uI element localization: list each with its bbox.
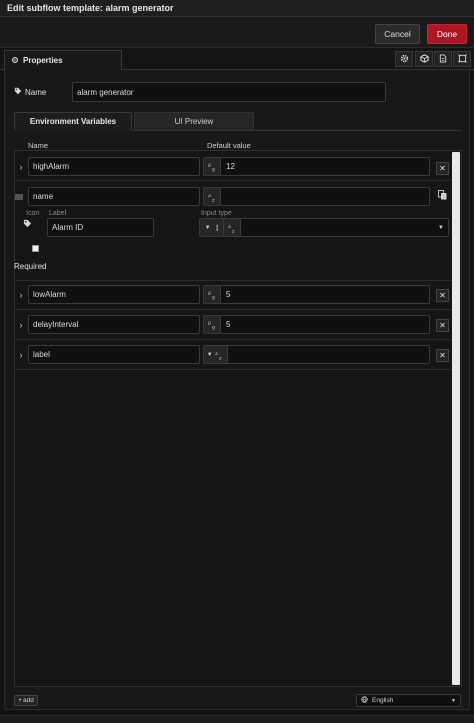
language-value: English — [372, 697, 394, 704]
icon-label: Icon — [26, 210, 40, 217]
tag-icon — [14, 87, 22, 97]
text-cursor-icon: I — [215, 222, 219, 233]
module-button[interactable] — [415, 51, 433, 67]
close-icon: ✕ — [439, 321, 446, 330]
string-type-icon: az — [215, 352, 222, 360]
column-header-name: Name — [28, 141, 49, 150]
remove-row-button[interactable]: ✕ — [436, 349, 449, 362]
tab-properties[interactable]: Properties — [4, 50, 122, 71]
row-separator — [14, 339, 451, 340]
caret-down-icon: ▼ — [204, 224, 211, 231]
cube-icon — [419, 53, 429, 65]
env-name-field[interactable]: highAlarm — [28, 157, 200, 176]
tag-icon[interactable] — [23, 219, 32, 230]
svg-text:a: a — [228, 225, 231, 230]
number-type-icon[interactable]: 09 — [204, 286, 221, 303]
row-separator — [14, 369, 451, 370]
env-name-field[interactable]: delayInterval — [28, 315, 200, 334]
language-select[interactable]: English ▼ — [356, 694, 461, 707]
env-name-field[interactable]: label — [28, 345, 200, 364]
number-type-icon[interactable]: 09 — [204, 158, 221, 175]
settings-gear-button[interactable] — [395, 51, 413, 67]
svg-text:0: 0 — [208, 321, 211, 327]
svg-text:0: 0 — [208, 163, 211, 169]
cancel-button[interactable]: Cancel — [375, 24, 420, 44]
subflow-name-input[interactable] — [72, 82, 386, 102]
env-name-field[interactable]: lowAlarm — [28, 285, 200, 304]
row-separator — [14, 280, 451, 281]
env-value-field[interactable]: ▼ az — [203, 345, 430, 364]
svg-text:9: 9 — [212, 325, 215, 330]
svg-text:z: z — [211, 198, 215, 202]
input-type-dropdown[interactable]: ▼ I — [200, 219, 224, 236]
drag-handle-icon[interactable] — [15, 193, 23, 202]
tab-ui-preview[interactable]: UI Preview — [134, 112, 254, 131]
number-type-icon[interactable]: 09 — [204, 316, 221, 333]
input-type-dropdown[interactable]: ▼ az — [204, 346, 228, 363]
tab-properties-label: Properties — [23, 56, 63, 65]
dialog-titlebar: Edit subflow template: alarm generator — [0, 0, 474, 17]
globe-icon — [361, 696, 368, 705]
tab-environment-variables[interactable]: Environment Variables — [14, 112, 132, 131]
string-type-icon: az — [224, 219, 241, 236]
row-separator — [14, 309, 451, 310]
gear-icon — [400, 54, 409, 65]
column-header-default-value: Default value — [207, 141, 251, 150]
copy-icon[interactable] — [438, 190, 447, 202]
description-button[interactable] — [434, 51, 452, 67]
frame-icon — [457, 53, 467, 65]
gear-icon — [11, 56, 19, 66]
caret-down-icon: ▼ — [206, 351, 213, 358]
name-label: Name — [14, 87, 46, 97]
add-variable-button[interactable]: + add — [14, 695, 38, 706]
svg-text:9: 9 — [212, 295, 215, 300]
svg-text:a: a — [215, 352, 218, 357]
input-type-select[interactable]: ▼ I az ▼ — [199, 218, 449, 237]
env-value-field[interactable]: 09 12 — [203, 157, 430, 176]
row-expand-chevron[interactable]: › — [17, 350, 25, 360]
done-button[interactable]: Done — [427, 24, 467, 44]
svg-text:z: z — [218, 356, 222, 360]
row-expand-chevron[interactable]: › — [17, 290, 25, 300]
close-icon: ✕ — [439, 164, 446, 173]
row-expand-chevron[interactable]: › — [17, 162, 25, 172]
svg-text:9: 9 — [212, 167, 215, 172]
input-type-label: Input type — [201, 210, 232, 217]
list-scrollbar[interactable] — [452, 152, 460, 685]
env-name-field[interactable]: name — [28, 187, 200, 206]
svg-text:z: z — [231, 229, 235, 233]
row-expand-chevron[interactable]: › — [17, 320, 25, 330]
env-value-field[interactable]: 09 5 — [203, 285, 430, 304]
env-value-field[interactable]: 09 5 — [203, 315, 430, 334]
env-value-field[interactable]: az — [203, 187, 430, 206]
close-icon: ✕ — [439, 351, 446, 360]
caret-down-icon: ▼ — [451, 697, 456, 704]
dialog-title: Edit subflow template: alarm generator — [7, 3, 174, 13]
remove-row-button[interactable]: ✕ — [436, 289, 449, 302]
close-icon: ✕ — [439, 291, 446, 300]
remove-row-button[interactable]: ✕ — [436, 162, 449, 175]
required-label: Required — [14, 262, 47, 271]
required-checkbox[interactable] — [32, 245, 39, 252]
svg-text:0: 0 — [208, 291, 211, 297]
label-label: Label — [49, 210, 67, 217]
plus-icon: + — [18, 697, 22, 704]
caret-down-icon: ▼ — [438, 224, 444, 231]
env-label-field[interactable]: Alarm ID — [47, 218, 154, 237]
bottom-status-strip — [0, 715, 474, 723]
svg-text:a: a — [208, 194, 211, 199]
remove-row-button[interactable]: ✕ — [436, 319, 449, 332]
appearance-button[interactable] — [453, 51, 471, 67]
string-type-icon[interactable]: az — [204, 188, 221, 205]
document-icon — [439, 53, 447, 65]
row-separator — [14, 180, 451, 181]
